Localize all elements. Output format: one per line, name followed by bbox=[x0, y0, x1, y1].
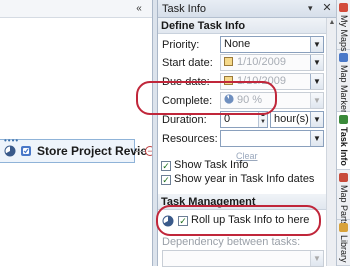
pane-scrollbar[interactable]: ▲ bbox=[326, 18, 336, 266]
map-markers-icon bbox=[339, 53, 348, 62]
priority-label: Priority: bbox=[162, 39, 200, 51]
rollup-task-icon bbox=[21, 146, 31, 156]
library-icon bbox=[339, 223, 348, 232]
calendar-icon bbox=[224, 57, 233, 66]
close-icon[interactable]: ✕ bbox=[321, 2, 333, 14]
tab-map-markers[interactable]: Map Markers bbox=[337, 50, 350, 118]
task-info-icon bbox=[339, 115, 348, 124]
tab-map-parts[interactable]: Map Parts bbox=[337, 170, 350, 226]
chevron-down-icon[interactable]: ▼ bbox=[310, 37, 323, 52]
chevron-down-icon[interactable]: ▼ bbox=[310, 74, 323, 89]
topic-grip-dots: •••• bbox=[4, 136, 20, 145]
spin-down-icon[interactable]: ▼ bbox=[260, 119, 266, 125]
tab-task-info[interactable]: Task Info bbox=[337, 112, 350, 170]
priority-select[interactable]: None ▼ bbox=[220, 36, 324, 53]
task-progress-icon bbox=[4, 145, 16, 157]
tab-library[interactable]: Library bbox=[337, 220, 350, 266]
pane-menu-icon[interactable]: ▾ bbox=[308, 3, 318, 14]
tab-label: Library bbox=[339, 235, 349, 263]
duration-unit-value: hour(s) bbox=[274, 113, 309, 125]
chevron-down-icon[interactable]: ▼ bbox=[310, 112, 323, 127]
chevron-down-icon[interactable]: ▼ bbox=[310, 55, 323, 70]
tab-label: Map Markers bbox=[339, 65, 349, 118]
tab-my-maps[interactable]: My Maps bbox=[337, 0, 350, 52]
chevron-down-icon[interactable]: ▼ bbox=[310, 93, 323, 108]
tab-label: Task Info bbox=[339, 127, 349, 166]
pane-header: Task Info ▾ ✕ bbox=[158, 0, 336, 18]
dependency-label: Dependency between tasks: bbox=[162, 236, 301, 248]
chevron-down-icon[interactable]: ▼ bbox=[310, 251, 323, 266]
show-year-checkbox[interactable]: ✓ bbox=[161, 175, 171, 185]
show-task-info-checkbox[interactable]: ✓ bbox=[161, 161, 171, 171]
duration-unit-select[interactable]: hour(s) ▼ bbox=[270, 111, 324, 128]
topic-connector bbox=[135, 151, 145, 152]
canvas-toolbar-strip: « bbox=[0, 0, 152, 18]
tab-label: My Maps bbox=[339, 15, 349, 52]
show-task-info-label: Show Task Info bbox=[174, 159, 249, 171]
pane-title: Task Info bbox=[162, 3, 207, 15]
map-topic[interactable]: •••• Store Project Review bbox=[0, 136, 156, 163]
dependency-select[interactable]: ▼ bbox=[162, 250, 324, 267]
duration-label: Duration: bbox=[162, 114, 207, 126]
start-date-label: Start date: bbox=[162, 57, 213, 69]
collapse-pane-icon[interactable]: « bbox=[132, 2, 146, 16]
show-year-label: Show year in Task Info dates bbox=[174, 173, 315, 185]
my-maps-icon bbox=[339, 3, 348, 12]
priority-value: None bbox=[224, 38, 251, 50]
side-tab-strip: My Maps Map Markers Task Info Map Parts … bbox=[336, 0, 350, 266]
map-parts-icon bbox=[339, 173, 348, 182]
map-canvas[interactable]: « •••• Store Project Review − bbox=[0, 0, 156, 266]
chevron-down-icon[interactable]: ▼ bbox=[310, 131, 323, 146]
start-date-value: 1/10/2009 bbox=[237, 56, 286, 68]
resources-select[interactable]: ▼ bbox=[220, 130, 324, 147]
pane-body: Define Task Info Priority: None ▼ Start … bbox=[136, 18, 326, 267]
complete-highlight-oval bbox=[136, 81, 277, 115]
start-date-field[interactable]: 1/10/2009 ▼ bbox=[220, 54, 324, 71]
task-info-pane: Task Info ▾ ✕ Define Task Info Priority:… bbox=[136, 0, 336, 267]
rollup-highlight-oval bbox=[156, 205, 321, 236]
section-define-task-info: Define Task Info bbox=[158, 18, 326, 34]
resources-label: Resources: bbox=[162, 133, 218, 145]
